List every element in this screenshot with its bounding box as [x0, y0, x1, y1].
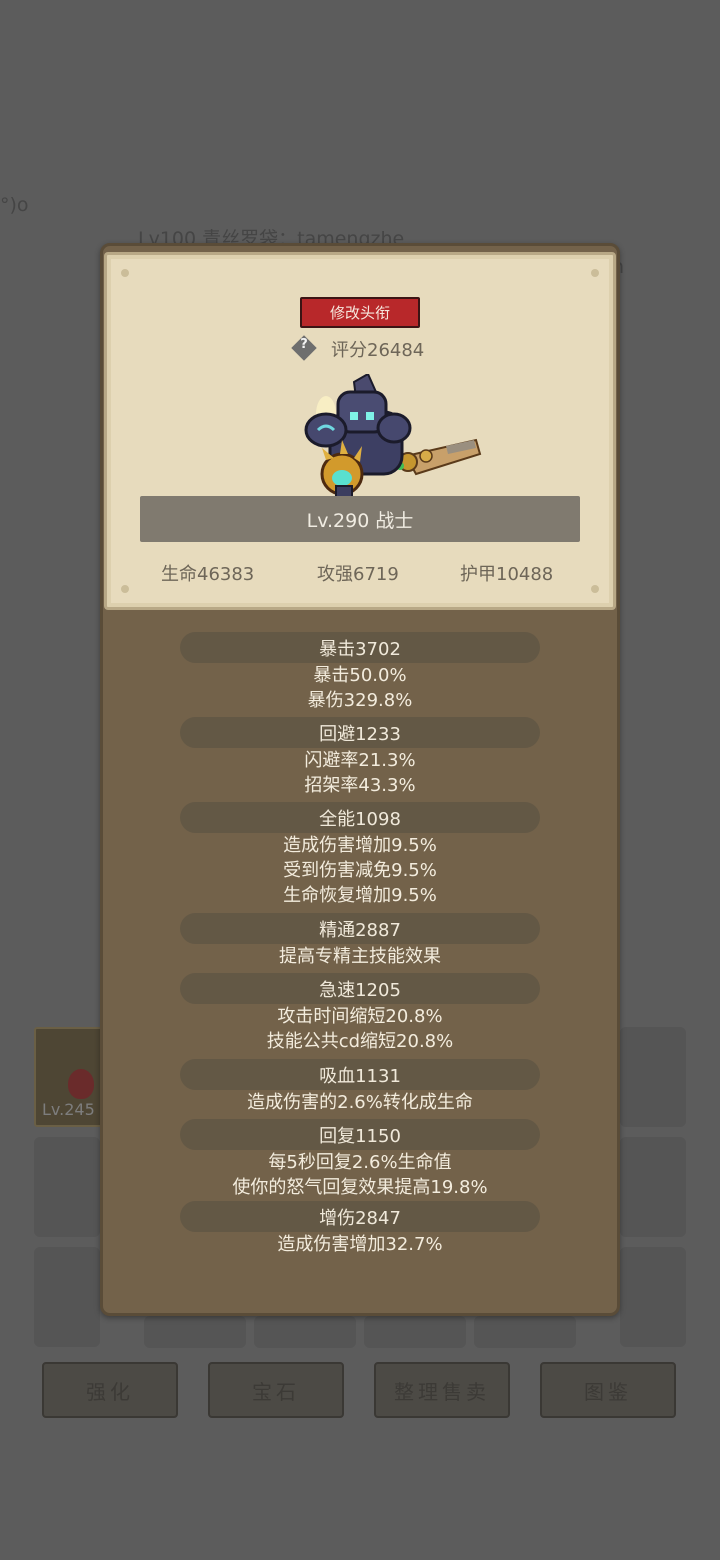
background-chat-fragment: °)o	[0, 194, 29, 216]
stat-header-versatility: 全能1098	[180, 802, 540, 833]
level-class-bar: Lv.290 战士	[140, 496, 580, 542]
stat-header-avoidance: 回避1233	[180, 717, 540, 748]
rivet-decoration	[591, 269, 599, 277]
stat-detail: 受到伤害减免9.5%	[283, 860, 437, 881]
stat-detail: 每5秒回复2.6%生命值	[268, 1152, 452, 1173]
stat-detail: 攻击时间缩短20.8%	[277, 1006, 443, 1027]
inventory-slot[interactable]	[364, 1316, 466, 1348]
stat-header-regen: 回复1150	[180, 1119, 540, 1150]
gem-button[interactable]: 宝石	[208, 1362, 344, 1418]
hp-stat: 生命46383	[161, 564, 255, 585]
sort-sell-button[interactable]: 整理售卖	[374, 1362, 510, 1418]
stat-detail: 造成伤害增加9.5%	[283, 835, 437, 856]
inventory-slot[interactable]	[620, 1027, 686, 1127]
inventory-slot[interactable]	[474, 1316, 576, 1348]
stat-detail: 暴伤329.8%	[307, 690, 413, 711]
rivet-decoration	[591, 585, 599, 593]
item-level: Lv.245	[42, 1100, 95, 1119]
stat-detail: 造成伤害增加32.7%	[277, 1234, 443, 1255]
stat-detail: 招架率43.3%	[304, 775, 416, 796]
armor-stat: 护甲10488	[460, 564, 554, 585]
codex-button[interactable]: 图鉴	[540, 1362, 676, 1418]
stat-header-mastery: 精通2887	[180, 913, 540, 944]
stat-detail: 生命恢复增加9.5%	[283, 885, 437, 906]
warrior-avatar	[304, 374, 482, 505]
stat-detail: 技能公共cd缩短20.8%	[266, 1031, 454, 1052]
rename-title-button[interactable]: 修改头衔	[300, 297, 420, 328]
stat-detail: 使你的怒气回复效果提高19.8%	[232, 1177, 488, 1198]
stat-detail: 提高专精主技能效果	[279, 946, 441, 967]
stat-detail: 暴击50.0%	[313, 665, 407, 686]
score-label: 评分26484	[331, 340, 425, 361]
inventory-slot[interactable]	[34, 1137, 100, 1237]
stat-detail: 闪避率21.3%	[304, 750, 416, 771]
inventory-slot[interactable]	[34, 1247, 100, 1347]
enhance-button[interactable]: 强化	[42, 1362, 178, 1418]
item-icon	[68, 1069, 94, 1099]
question-diamond-icon[interactable]: ?	[291, 335, 317, 361]
stat-detail: 造成伤害的2.6%转化成生命	[247, 1092, 473, 1113]
inventory-slot[interactable]	[144, 1316, 246, 1348]
stat-header-crit: 暴击3702	[180, 632, 540, 663]
rivet-decoration	[121, 269, 129, 277]
inventory-slot[interactable]	[620, 1137, 686, 1237]
attack-stat: 攻强6719	[317, 564, 399, 585]
stat-header-lifesteal: 吸血1131	[180, 1059, 540, 1090]
stat-header-damage-bonus: 增伤2847	[180, 1201, 540, 1232]
rivet-decoration	[121, 585, 129, 593]
stat-header-haste: 急速1205	[180, 973, 540, 1004]
inventory-slot[interactable]	[620, 1247, 686, 1347]
inventory-slot[interactable]	[254, 1316, 356, 1348]
